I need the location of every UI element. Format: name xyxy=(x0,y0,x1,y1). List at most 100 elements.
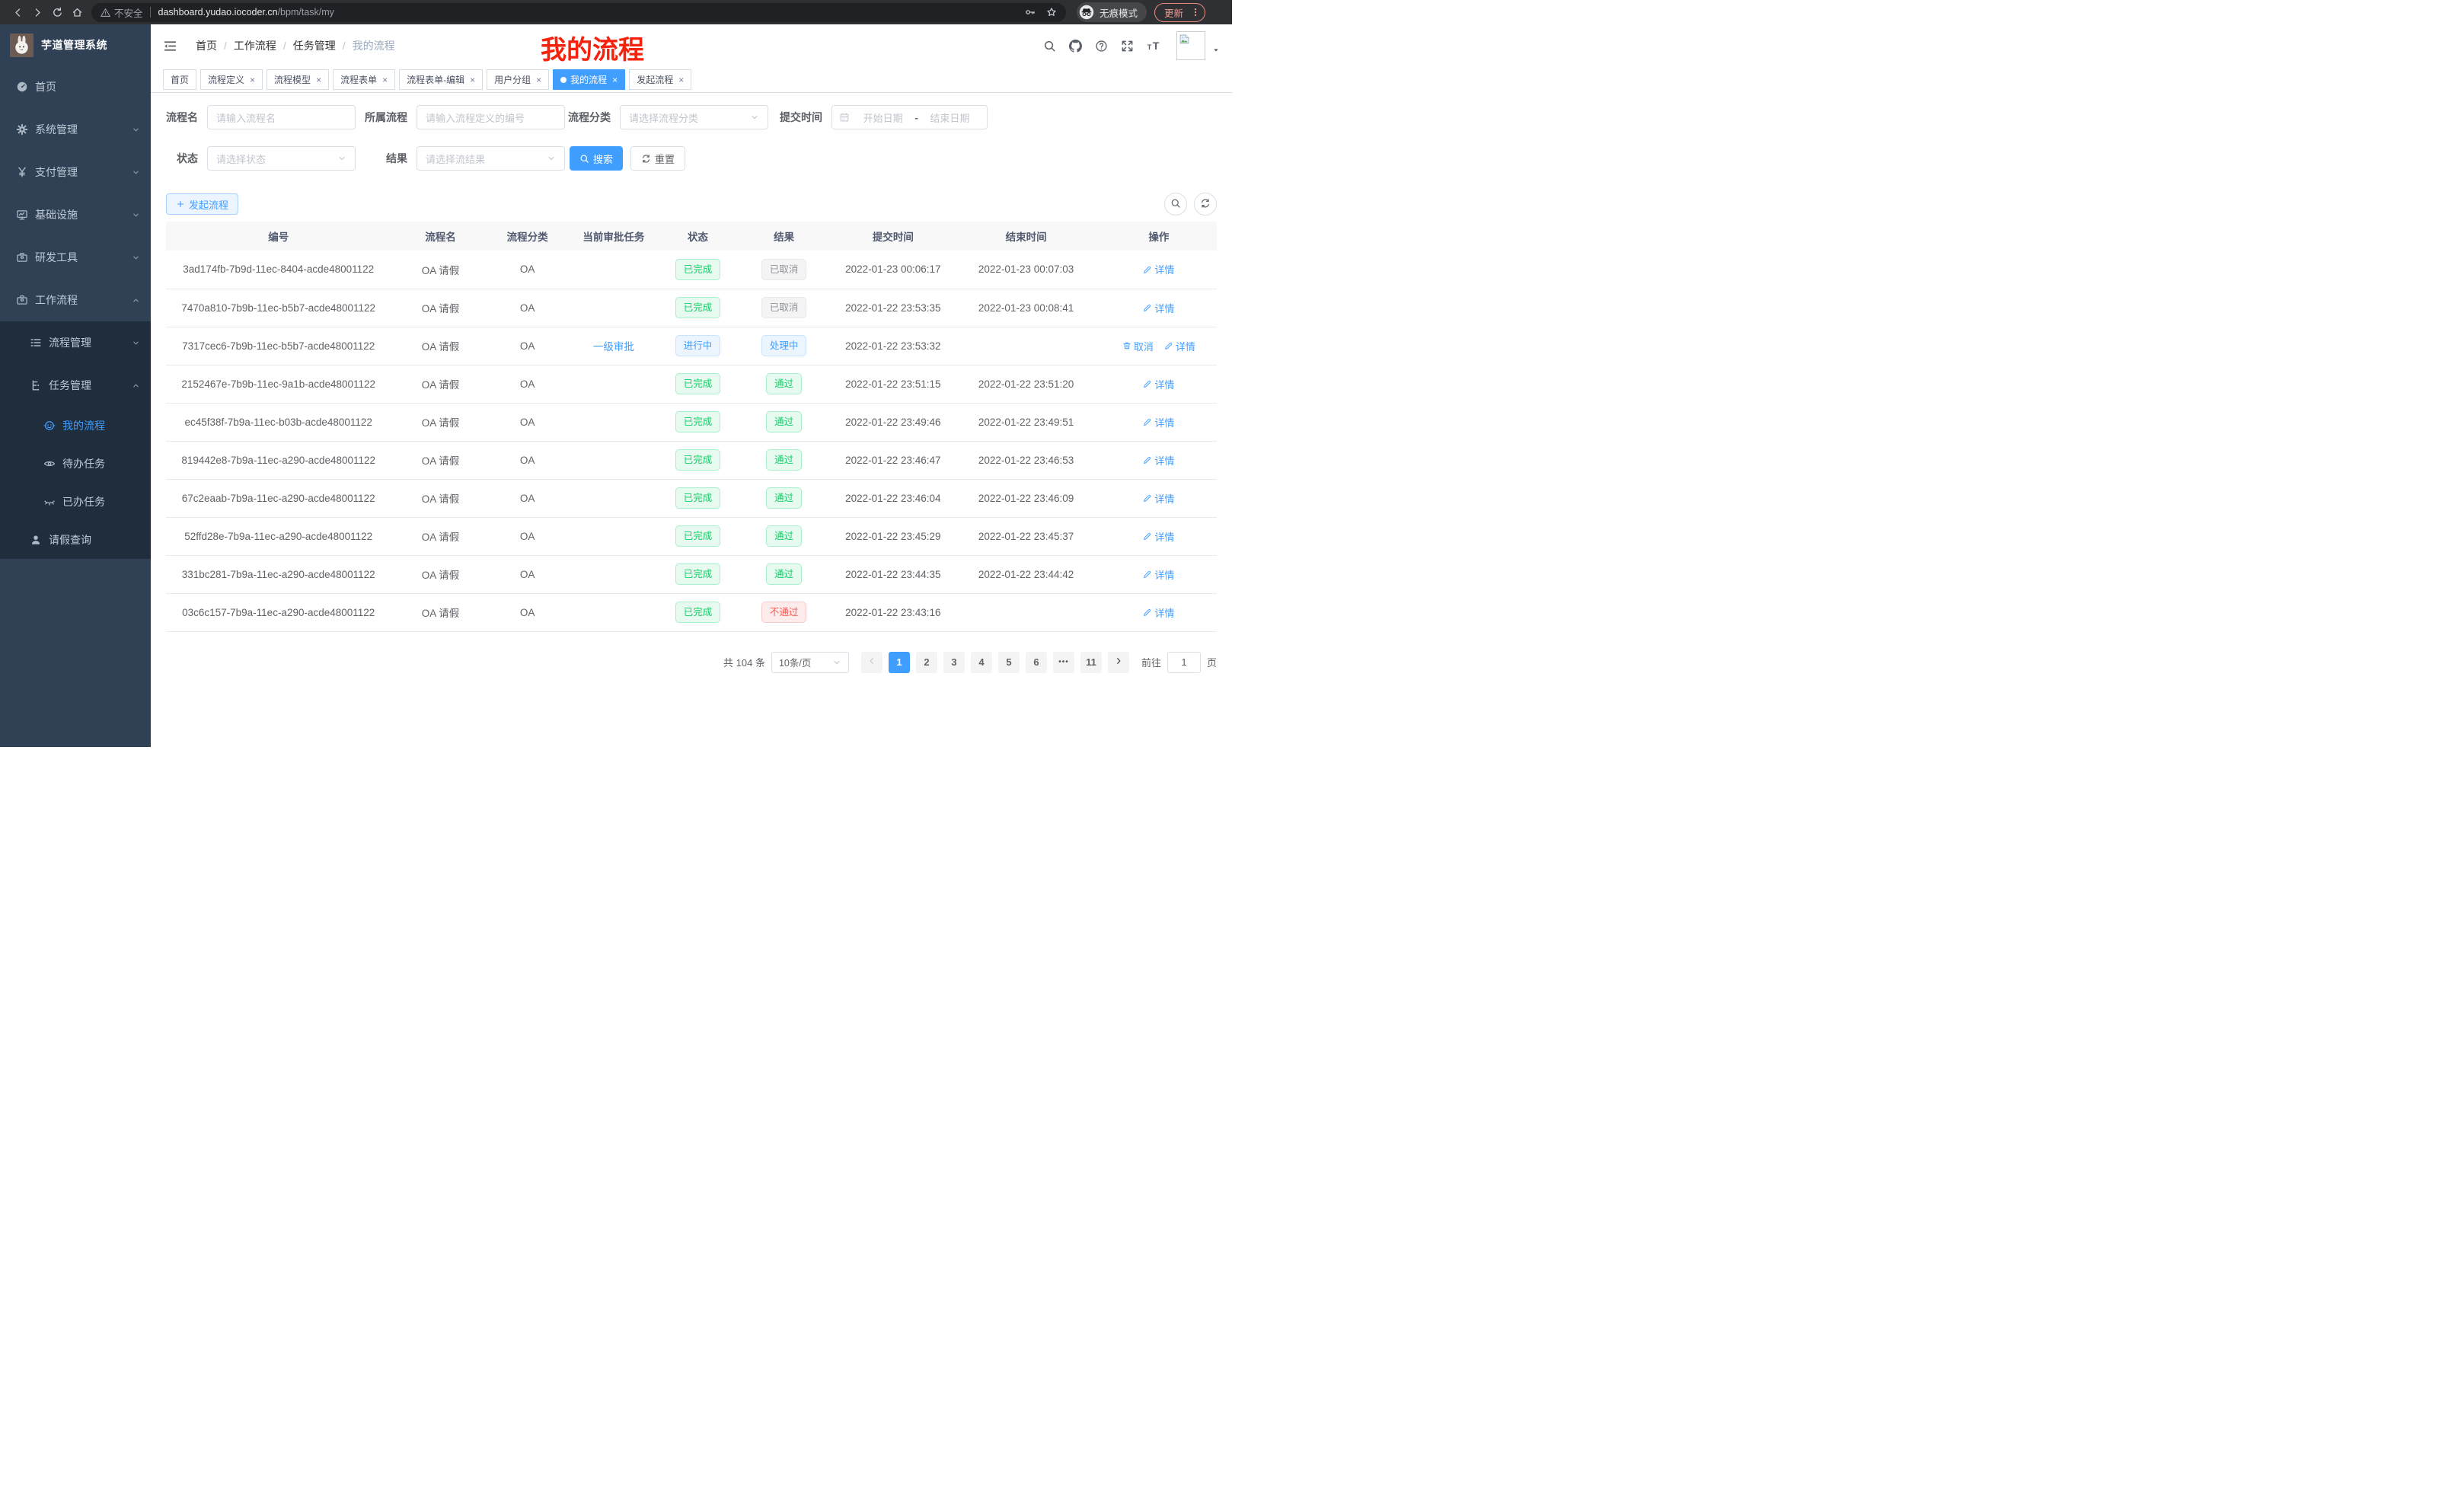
action-detail-link[interactable]: 详情 xyxy=(1164,339,1195,353)
result-select[interactable]: 请选择流结果 xyxy=(417,146,565,171)
search-button[interactable]: 搜索 xyxy=(570,146,623,171)
submit-time-range-input[interactable]: 开始日期 - 结束日期 xyxy=(831,105,988,129)
process-name-input[interactable]: 请输入流程名 xyxy=(207,105,356,129)
tab-home[interactable]: 首页 xyxy=(163,69,196,90)
update-button[interactable]: 更新 xyxy=(1154,3,1205,22)
next-page-button[interactable] xyxy=(1108,652,1129,673)
sidebar-item-process-mgmt[interactable]: 流程管理 xyxy=(0,321,151,364)
status-select[interactable]: 请选择状态 xyxy=(207,146,356,171)
action-detail-link[interactable]: 详情 xyxy=(1143,605,1174,620)
address-bar[interactable]: 不安全 dashboard.yudao.iocoder.cn/bpm/task/… xyxy=(91,3,1066,22)
page-1-button[interactable]: 1 xyxy=(889,652,910,673)
action-detail-link[interactable]: 详情 xyxy=(1143,567,1174,582)
reset-button[interactable]: 重置 xyxy=(630,146,685,171)
breadcrumb-home[interactable]: 首页 xyxy=(196,38,217,53)
sidebar-item-leave-query[interactable]: 请假查询 xyxy=(0,521,151,559)
cell-process-id: 52ffd28e-7b9a-11ec-a290-acde48001122 xyxy=(166,517,391,555)
tab-user-group[interactable]: 用户分组× xyxy=(487,69,549,90)
filter-owner-label: 所属流程 xyxy=(365,110,407,125)
cell-category: OA xyxy=(490,441,565,479)
approval-task-link[interactable]: 一级审批 xyxy=(593,341,634,353)
tab-start-process[interactable]: 发起流程× xyxy=(629,69,691,90)
action-detail-link[interactable]: 详情 xyxy=(1143,491,1174,506)
page-11-button[interactable]: 11 xyxy=(1080,652,1102,673)
url-host: dashboard.yudao.iocoder.cn xyxy=(158,7,278,18)
sidebar-item-devtools[interactable]: 研发工具 xyxy=(0,236,151,279)
show-search-button[interactable] xyxy=(1164,193,1187,215)
tab-close-icon[interactable]: × xyxy=(612,75,618,85)
tab-process-definition[interactable]: 流程定义× xyxy=(200,69,263,90)
browser-forward-icon[interactable] xyxy=(27,3,47,21)
start-process-button[interactable]: 发起流程 xyxy=(166,193,238,215)
sidebar-item-todo-tasks[interactable]: 待办任务 xyxy=(0,445,151,483)
font-size-icon[interactable]: TT xyxy=(1147,40,1163,53)
browser-back-icon[interactable] xyxy=(8,3,27,21)
header-search-icon[interactable] xyxy=(1043,40,1056,53)
action-detail-link[interactable]: 详情 xyxy=(1143,262,1174,276)
action-detail-link[interactable]: 详情 xyxy=(1143,301,1174,315)
tab-close-icon[interactable]: × xyxy=(678,75,684,85)
sidebar-item-workflow[interactable]: 工作流程 xyxy=(0,279,151,321)
category-select[interactable]: 请选择流程分类 xyxy=(620,105,768,129)
page-4-button[interactable]: 4 xyxy=(971,652,992,673)
action-cancel-link[interactable]: 取消 xyxy=(1122,339,1154,353)
action-label: 详情 xyxy=(1154,529,1174,544)
page-5-button[interactable]: 5 xyxy=(998,652,1020,673)
sidebar-item-home[interactable]: 首页 xyxy=(0,65,151,108)
action-label: 详情 xyxy=(1154,415,1174,429)
action-label: 详情 xyxy=(1154,453,1174,468)
tab-my-process[interactable]: 我的流程× xyxy=(553,69,625,90)
sidebar-item-system[interactable]: 系统管理 xyxy=(0,108,151,151)
header-actions: TT xyxy=(1043,31,1220,60)
page-6-button[interactable]: 6 xyxy=(1026,652,1047,673)
tab-close-icon[interactable]: × xyxy=(316,75,321,85)
tab-close-icon[interactable]: × xyxy=(382,75,388,85)
sidebar-item-my-process[interactable]: 我的流程 xyxy=(0,407,151,445)
tab-process-model[interactable]: 流程模型× xyxy=(267,69,329,90)
sidebar-item-label: 已办任务 xyxy=(62,494,105,509)
sidebar-toggle-icon[interactable] xyxy=(163,39,177,53)
gear-icon xyxy=(16,123,28,136)
cell-actions: 详情 xyxy=(1101,365,1217,403)
action-detail-link[interactable]: 详情 xyxy=(1143,415,1174,429)
status-tag: 已完成 xyxy=(675,297,721,318)
action-detail-link[interactable]: 详情 xyxy=(1143,529,1174,544)
browser-reload-icon[interactable] xyxy=(47,3,67,21)
page-2-button[interactable]: 2 xyxy=(916,652,937,673)
chevron-down-icon xyxy=(132,339,140,347)
pagination-more-button[interactable]: ••• xyxy=(1053,652,1074,673)
not-secure-label[interactable]: 不安全 xyxy=(114,5,143,20)
breadcrumb-workflow[interactable]: 工作流程 xyxy=(234,38,276,53)
breadcrumb-task-mgmt[interactable]: 任务管理 xyxy=(293,38,336,53)
tab-process-form-edit[interactable]: 流程表单-编辑× xyxy=(399,69,483,90)
password-key-icon[interactable] xyxy=(1025,7,1036,18)
not-secure-icon xyxy=(101,8,110,18)
chevron-down-icon[interactable] xyxy=(1212,46,1220,54)
tab-process-form[interactable]: 流程表单× xyxy=(333,69,395,90)
goto-page-input[interactable] xyxy=(1167,652,1201,673)
browser-home-icon[interactable] xyxy=(67,3,87,21)
action-detail-link[interactable]: 详情 xyxy=(1143,377,1174,391)
page-size-select[interactable]: 10条/页 xyxy=(771,652,849,673)
tab-close-icon[interactable]: × xyxy=(536,75,541,85)
page-3-button[interactable]: 3 xyxy=(943,652,965,673)
tab-close-icon[interactable]: × xyxy=(250,75,255,85)
sidebar-item-task-mgmt[interactable]: 任务管理 xyxy=(0,364,151,407)
help-icon[interactable] xyxy=(1095,40,1108,53)
action-detail-link[interactable]: 详情 xyxy=(1143,453,1174,468)
avatar[interactable] xyxy=(1176,31,1205,60)
action-label: 详情 xyxy=(1154,262,1174,276)
refresh-table-button[interactable] xyxy=(1194,193,1217,215)
browser-menu-icon[interactable] xyxy=(1190,7,1201,18)
fullscreen-icon[interactable] xyxy=(1121,40,1134,53)
sidebar-item-infra[interactable]: 基础设施 xyxy=(0,193,151,236)
prev-page-button[interactable] xyxy=(861,652,883,673)
sidebar-item-payment[interactable]: 支付管理 xyxy=(0,151,151,193)
process-definition-input[interactable]: 请输入流程定义的编号 xyxy=(417,105,565,129)
end-date-placeholder: 结束日期 xyxy=(920,110,980,125)
sidebar-item-done-tasks[interactable]: 已办任务 xyxy=(0,483,151,521)
github-icon[interactable] xyxy=(1069,40,1082,53)
result-tag: 通过 xyxy=(766,449,802,471)
bookmark-star-icon[interactable] xyxy=(1046,7,1057,18)
tab-close-icon[interactable]: × xyxy=(470,75,475,85)
